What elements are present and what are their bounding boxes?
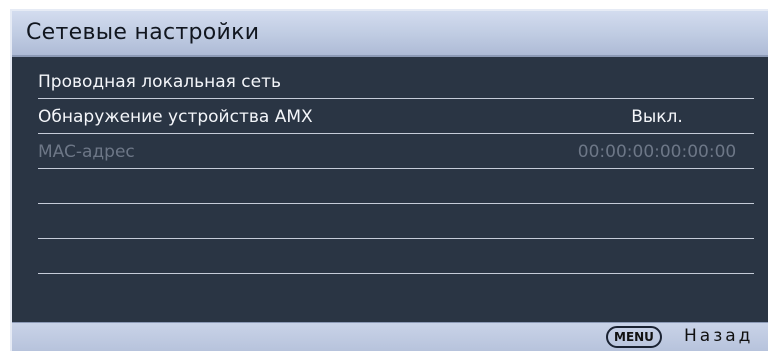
menu-footer: MENU Назад	[12, 322, 768, 351]
menu-item-label: Обнаружение устройства AMX	[38, 107, 313, 127]
menu-item-label: MAC-адрес	[38, 142, 135, 162]
osd-menu-panel: Сетевые настройки Проводная локальная се…	[10, 9, 768, 351]
empty-row	[38, 239, 754, 274]
empty-row	[38, 204, 754, 239]
mac-address-value: 00:00:00:00:00:00	[577, 142, 737, 162]
menu-key-icon[interactable]: MENU	[606, 326, 662, 348]
menu-item-wired-lan[interactable]: Проводная локальная сеть	[38, 64, 754, 99]
menu-header: Сетевые настройки	[12, 11, 768, 57]
menu-title: Сетевые настройки	[26, 20, 260, 45]
menu-item-mac-address: MAC-адрес 00:00:00:00:00:00	[38, 134, 754, 169]
empty-row	[38, 169, 754, 204]
amx-discovery-value[interactable]: Выкл.	[562, 107, 752, 127]
menu-item-label: Проводная локальная сеть	[38, 72, 282, 92]
menu-item-amx-device-discovery[interactable]: Обнаружение устройства AMX Выкл.	[38, 99, 754, 134]
back-label[interactable]: Назад	[684, 326, 753, 346]
